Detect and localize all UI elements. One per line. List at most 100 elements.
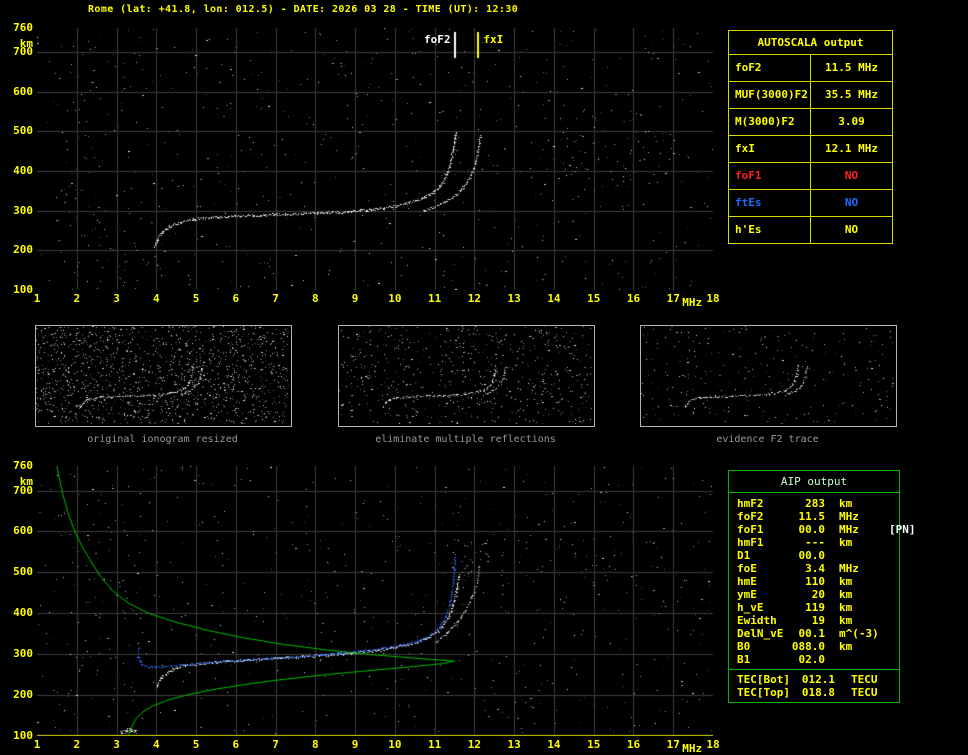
autoscala-panel-title: AUTOSCALA output	[729, 31, 892, 55]
x-axis-tick: 9	[351, 292, 359, 305]
ionogram-plot-profile: 760 700 600 500 400 300 200 100 km 1 2 3 4 5 6 7 8 9 10 11 1…	[13, 460, 720, 755]
y-axis-tick: 300	[13, 203, 33, 217]
tec-value: 018.8	[801, 686, 835, 699]
autoscala-row: ftEs NO	[729, 190, 892, 217]
autoscala-row: M(3000)F2 3.09	[729, 109, 892, 136]
x-axis-tick: 15	[587, 738, 601, 751]
thumbnail-original-ionogram	[35, 325, 292, 427]
aip-param-value: 088.0	[791, 640, 825, 653]
autoscala-row: foF1 NO	[729, 163, 892, 190]
autoscala-param-label: fxI	[729, 136, 811, 162]
aip-param-value: 110	[805, 575, 825, 588]
aip-param-label: foF2	[737, 510, 764, 523]
ionogram-plot-main: 760 700 600 500 400 300 200 100 km 1 2 3 4 5 6 7 8 9 10 11 1…	[13, 22, 720, 309]
station-date-time-header: Rome (lat: +41.8, lon: 012.5) - DATE: 20…	[88, 4, 519, 15]
x-axis-tick: 7	[272, 292, 279, 305]
aip-param-unit: m^(-3)	[839, 627, 879, 640]
x-axis-tick: 1	[33, 292, 41, 305]
x-axis-tick: 1	[33, 738, 41, 751]
x-axis-tick: 8	[312, 738, 319, 751]
aip-param-label: B1	[737, 653, 751, 666]
aip-rows: hmF2 283 km foF2 11.5 MHz foF1 00.0 MHz [PN] hmF1 -…	[729, 493, 916, 669]
x-axis-tick: 5	[192, 738, 200, 751]
aip-param-value: 19	[811, 614, 825, 627]
tec-label: TEC[Bot]	[737, 673, 790, 686]
x-axis-tick: 3	[113, 292, 120, 305]
x-axis-tick: 6	[232, 738, 240, 751]
autoscala-param-value: NO	[844, 223, 859, 236]
x-axis-tick: 13	[507, 292, 521, 305]
thumbnail-canvas-original	[36, 326, 289, 424]
x-axis-unit: MHz	[682, 742, 703, 755]
y-axis-tick: 300	[13, 647, 33, 661]
thumbnail-evidence-f2	[640, 325, 897, 427]
aip-param-label: B0	[737, 640, 751, 653]
aip-param-unit: km	[839, 601, 853, 614]
autoscala-param-value: 35.5 MHz	[825, 88, 878, 101]
aip-param-value: 283	[805, 497, 825, 510]
x-axis-tick: 14	[547, 738, 561, 751]
aip-row: hmE 110 km	[729, 575, 899, 588]
tec-unit: TECU	[851, 673, 878, 686]
aip-param-label: Ewidth	[737, 614, 777, 627]
aip-param-value: 119	[805, 601, 825, 614]
autoscala-param-label: MUF(3000)F2	[729, 82, 811, 108]
y-axis-tick: 200	[13, 688, 33, 702]
aip-param-unit: km	[839, 640, 853, 653]
autoscala-param-label: h'Es	[729, 217, 811, 243]
autoscala-param-label: foF2	[729, 55, 811, 81]
aip-row: foF1 00.0 MHz [PN]	[729, 523, 916, 536]
aip-param-value: 00.0	[798, 523, 826, 536]
autoscala-row: fxI 12.1 MHz	[729, 136, 892, 163]
aip-row: B0 088.0 km	[729, 640, 899, 653]
x-axis-tick: 9	[351, 738, 359, 751]
x-axis-tick: 13	[507, 738, 521, 751]
aip-row: DelN_vE 00.1 m^(-3)	[729, 627, 899, 640]
aip-param-unit: km	[839, 497, 853, 510]
x-axis-tick: 16	[626, 738, 641, 751]
aip-row: Ewidth 19 km	[729, 614, 899, 627]
autoscala-param-value: NO	[844, 169, 859, 182]
y-axis-tick: 500	[13, 124, 33, 138]
autoscala-param-value: 12.1 MHz	[825, 142, 878, 155]
x-axis-tick: 4	[152, 738, 160, 751]
autoscala-row: h'Es NO	[729, 217, 892, 243]
aip-param-unit: km	[839, 536, 853, 549]
autoscala-row: foF2 11.5 MHz	[729, 55, 892, 82]
thumbnail-eliminate-reflections	[338, 325, 595, 427]
aip-param-unit: km	[839, 588, 853, 601]
aip-param-unit: km	[839, 575, 853, 588]
x-axis-tick: 5	[192, 292, 200, 305]
y-axis-unit: km	[19, 37, 33, 50]
aip-param-label: hmF1	[737, 536, 764, 549]
aip-row: hmF2 283 km	[729, 497, 899, 510]
x-axis-tick: 14	[547, 292, 561, 305]
thumbnail-canvas-reflections	[339, 326, 592, 424]
aip-panel-title: AIP output	[729, 471, 899, 493]
tec-label: TEC[Top]	[737, 686, 790, 699]
autoscala-param-value: 3.09	[838, 115, 865, 128]
thumbnail-caption: eliminate multiple reflections	[375, 434, 556, 445]
aip-param-value: ---	[805, 536, 825, 549]
y-axis-tick: 200	[13, 243, 33, 257]
y-axis-tick: 760	[13, 459, 33, 472]
y-axis-unit: km	[19, 475, 33, 488]
tec-row: TEC[Top] 018.8 TECU	[729, 686, 899, 699]
aip-row: foE 3.4 MHz	[729, 562, 899, 575]
autoscala-rows: foF2 11.5 MHz MUF(3000)F2 35.5 MHz M(3000)F2…	[729, 55, 892, 243]
aip-param-label: DelN_vE	[737, 627, 784, 640]
aip-param-label: hmE	[737, 575, 757, 588]
autoscala-param-label: M(3000)F2	[729, 109, 811, 135]
aip-param-value: 3.4	[805, 562, 825, 575]
y-axis-tick: 400	[13, 606, 33, 620]
x-axis-tick: 8	[312, 292, 319, 305]
y-axis-tick: 500	[13, 565, 33, 579]
aip-param-unit: MHz	[839, 562, 859, 575]
autoscala-screen: Rome (lat: +41.8, lon: 012.5) - DATE: 20…	[0, 0, 968, 755]
x-axis-tick: 11	[428, 292, 442, 305]
y-axis-tick: 400	[13, 163, 33, 177]
x-axis-tick: 4	[152, 292, 160, 305]
tec-unit: TECU	[851, 686, 878, 699]
x-axis-tick: 12	[467, 292, 482, 305]
tec-rows: TEC[Bot] 012.1 TECU TEC[Top] 018.8 TECU	[729, 669, 899, 702]
